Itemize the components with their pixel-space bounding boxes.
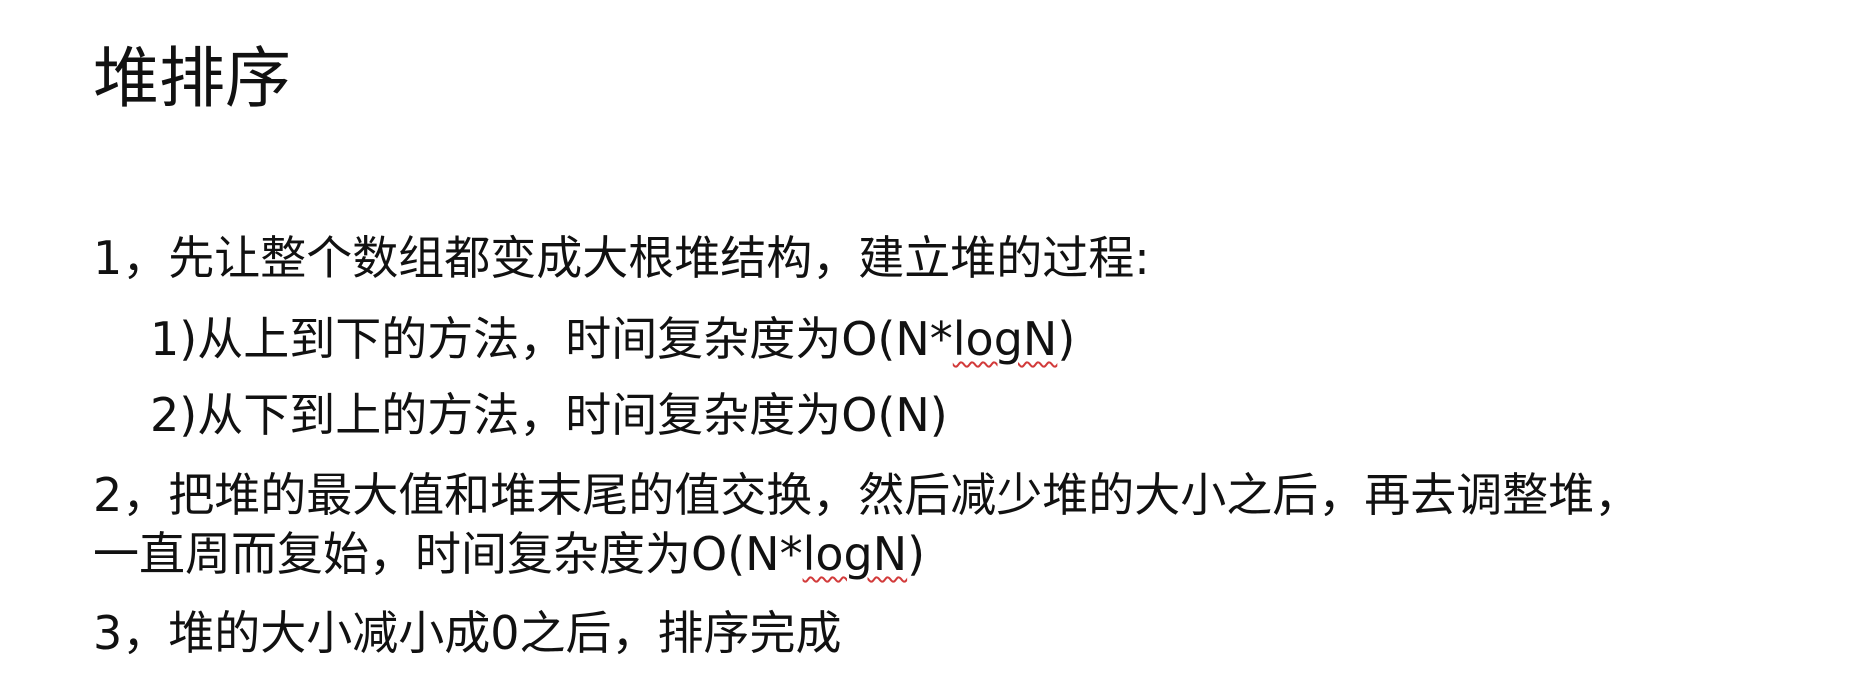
step-1-build-heap: 1，先让整个数组都变成大根堆结构，建立堆的过程: — [93, 229, 1150, 287]
step-3-finish: 3，堆的大小减小成0之后，排序完成 — [93, 604, 842, 662]
slide: 堆排序 1，先让整个数组都变成大根堆结构，建立堆的过程: 1)从上到下的方法，时… — [0, 0, 1858, 698]
substep-top-down-close: ) — [1057, 312, 1076, 366]
step-2-continuation: 一直周而复始，时间复杂度为O(N*logN) — [93, 525, 925, 583]
step-3-text: 3，堆的大小减小成0之后，排序完成 — [93, 606, 842, 660]
spellcheck-marked-word: logN — [802, 527, 908, 581]
substep-bottom-up-text: 2)从下到上的方法，时间复杂度为O(N) — [150, 388, 948, 442]
step-2-swap-and-heapify: 2，把堆的最大值和堆末尾的值交换，然后减少堆的大小之后，再去调整堆， — [93, 466, 1640, 524]
substep-top-down: 1)从上到下的方法，时间复杂度为O(N*logN) — [150, 310, 1075, 368]
spellcheck-marked-word: logN — [952, 312, 1058, 366]
step-1-text: 1，先让整个数组都变成大根堆结构，建立堆的过程: — [93, 231, 1150, 285]
step-2-text: 2，把堆的最大值和堆末尾的值交换，然后减少堆的大小之后，再去调整堆， — [93, 468, 1641, 522]
slide-title: 堆排序 — [93, 40, 291, 117]
substep-top-down-text: 1)从上到下的方法，时间复杂度为O(N* — [150, 312, 953, 366]
substep-bottom-up: 2)从下到上的方法，时间复杂度为O(N) — [150, 386, 948, 444]
step-2-continuation-text: 一直周而复始，时间复杂度为O(N* — [93, 527, 803, 581]
step-2-continuation-close: ) — [907, 527, 926, 581]
